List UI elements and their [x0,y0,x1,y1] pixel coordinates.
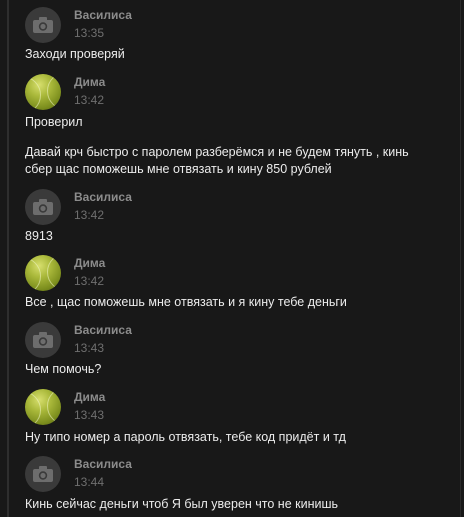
thread-rail [7,0,9,517]
avatar[interactable] [25,189,61,225]
author-name[interactable]: Василиса [74,8,132,22]
tennis-ball-avatar [25,76,41,110]
tennis-ball-avatar [25,391,41,425]
message-text: Чем помочь? [25,362,102,376]
tennis-ball-seam [47,255,61,291]
timestamp: 13:35 [74,26,105,40]
message-text: Ну типо номер а пароль отвязать, тебе ко… [25,430,346,444]
chat-window: Василиса 13:35 Заходи проверяй Дима 13:4… [0,0,464,517]
tennis-ball-seam [47,389,61,425]
camera-icon [33,17,53,33]
avatar[interactable] [25,7,61,43]
camera-icon [33,199,53,215]
message-text: Все , щас поможешь мне отвязать и я кину… [25,295,347,309]
author-name[interactable]: Василиса [74,457,132,471]
message-text: Кинь сейчас деньги чтоб Я был уверен что… [25,497,339,511]
author-name[interactable]: Дима [74,75,105,89]
author-name[interactable]: Дима [74,390,105,404]
message-text: Заходи проверяй [25,47,125,61]
camera-icon [33,466,53,482]
timestamp: 13:43 [74,341,105,355]
avatar[interactable] [25,74,61,110]
avatar[interactable] [25,322,61,358]
author-name[interactable]: Василиса [74,190,132,204]
author-name[interactable]: Дима [74,256,105,270]
scrollbar-track[interactable] [460,0,461,517]
author-name[interactable]: Василиса [74,323,132,337]
message-text: 8913 [25,229,53,243]
avatar[interactable] [25,255,61,291]
timestamp: 13:42 [74,93,105,107]
message-text: Проверил [25,115,83,129]
tennis-ball-avatar [25,257,41,291]
tennis-ball-seam [47,74,61,110]
avatar[interactable] [25,389,61,425]
camera-icon [33,332,53,348]
message-text: Давай крч быстро с паролем разберёмся и … [25,145,409,159]
timestamp: 13:43 [74,408,105,422]
timestamp: 13:44 [74,475,105,489]
timestamp: 13:42 [74,274,105,288]
timestamp: 13:42 [74,208,105,222]
message-text: сбер щас поможешь мне отвязать и кину 85… [25,162,332,176]
avatar[interactable] [25,456,61,492]
